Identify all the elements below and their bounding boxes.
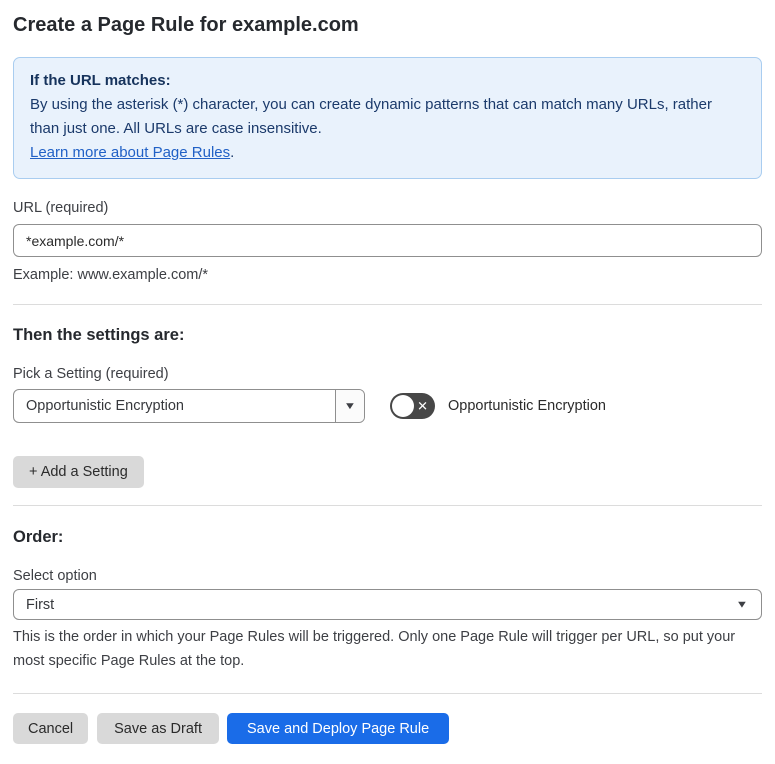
order-section-heading: Order: — [13, 528, 64, 546]
setting-row: Opportunistic Encryption ▼ ✕ Opportunist… — [13, 389, 762, 423]
info-box-body: By using the asterisk (*) character, you… — [30, 96, 712, 137]
cancel-button[interactable]: Cancel — [13, 713, 89, 744]
save-as-draft-button[interactable]: Save as Draft — [97, 713, 219, 744]
divider — [13, 304, 762, 305]
divider — [13, 693, 762, 694]
save-and-deploy-button[interactable]: Save and Deploy Page Rule — [226, 713, 450, 744]
toggle-off-x-icon: ✕ — [417, 398, 428, 414]
setting-dropdown[interactable]: Opportunistic Encryption ▼ — [13, 389, 365, 423]
setting-dropdown-arrow-button[interactable]: ▼ — [335, 390, 364, 422]
info-box-heading: If the URL matches: — [30, 72, 171, 89]
url-example-helper: Example: www.example.com/* — [13, 267, 209, 283]
order-helper-text: This is the order in which your Page Rul… — [13, 629, 736, 669]
toggle-knob — [392, 395, 414, 417]
toggle-label: Opportunistic Encryption — [448, 398, 606, 414]
order-select-label: Select option — [13, 568, 97, 584]
page-title: Create a Page Rule for example.com — [13, 14, 359, 36]
opportunistic-encryption-toggle[interactable]: ✕ — [390, 393, 435, 419]
url-input[interactable] — [13, 224, 762, 257]
pick-setting-label: Pick a Setting (required) — [13, 366, 169, 382]
footer-actions: Cancel Save as Draft Save and Deploy Pag… — [13, 713, 762, 744]
learn-more-link[interactable]: Learn more about Page Rules — [30, 144, 230, 161]
url-field-label: URL (required) — [13, 200, 109, 216]
order-select-value: First — [26, 596, 55, 613]
link-period: . — [230, 144, 235, 161]
chevron-down-icon: ▼ — [343, 400, 357, 412]
add-setting-button[interactable]: + Add a Setting — [13, 456, 144, 488]
setting-dropdown-value[interactable]: Opportunistic Encryption — [14, 390, 335, 422]
info-box-link-line: Learn more about Page Rules. — [30, 141, 745, 165]
divider — [13, 505, 762, 506]
url-matches-info-box: If the URL matches: By using the asteris… — [13, 57, 762, 179]
settings-section-heading: Then the settings are: — [13, 326, 185, 344]
chevron-down-icon: ▼ — [735, 599, 749, 610]
create-page-rule-form: Create a Page Rule for example.com If th… — [0, 13, 775, 764]
order-select[interactable]: First ▼ — [13, 589, 762, 620]
